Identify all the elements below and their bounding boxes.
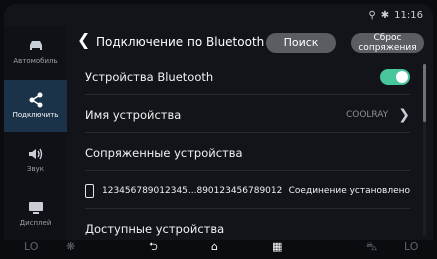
sidebar-item-label: Дисплей: [19, 219, 52, 227]
main-panel: ❮ Подключение по Bluetooth Поиск Сброс с…: [67, 26, 433, 240]
device-name-value: COOLRAY: [345, 110, 389, 120]
connection-status: Соединение установлено: [288, 186, 410, 196]
sidebar-item-connect[interactable]: Подключить: [4, 80, 67, 132]
available-devices-header: Доступные устройства: [85, 216, 410, 242]
reset-pairing-button[interactable]: Сброс сопряжения: [351, 33, 424, 53]
status-bar: ⚲ ✱ 11:16: [368, 10, 423, 21]
search-button-label: Поиск: [283, 36, 319, 49]
home-icon[interactable]: ⌂: [211, 241, 218, 253]
divider: [85, 94, 410, 95]
divider: [85, 208, 410, 209]
car-icon: [25, 39, 47, 53]
search-button[interactable]: Поиск: [266, 33, 336, 53]
paired-devices-title: Сопряженные устройства: [85, 146, 243, 160]
screen-frame: ⚲ ✱ 11:16 Автомобиль Подключить Звук Дис…: [4, 4, 433, 255]
paired-device-row[interactable]: 123456789012345...890123456789012 Соедин…: [85, 178, 410, 204]
left-temperature[interactable]: LO: [24, 241, 38, 253]
share-icon: [25, 92, 47, 108]
sidebar: Автомобиль Подключить Звук Дисплей: [4, 26, 67, 240]
sidebar-item-display[interactable]: Дисплей: [4, 188, 67, 240]
car-outline-icon[interactable]: ⛍: [366, 241, 377, 253]
device-name-label: Имя устройства: [85, 108, 182, 122]
bottom-bar: LO ❋ ⮌ ⌂ ▦ ⛍ LO: [4, 240, 433, 255]
bluetooth-devices-row[interactable]: Устройства Bluetooth: [85, 64, 410, 90]
speaker-icon: [25, 147, 47, 161]
sidebar-item-label: Подключить: [12, 111, 59, 119]
back-arrow-icon[interactable]: ⮌: [149, 241, 158, 253]
sidebar-item-label: Звук: [27, 165, 44, 173]
sidebar-item-label: Автомобиль: [13, 57, 58, 65]
device-name-row[interactable]: Имя устройства COOLRAY ❯: [85, 102, 410, 128]
right-temperature[interactable]: LO: [404, 241, 418, 253]
available-devices-title: Доступные устройства: [85, 222, 225, 236]
chevron-left-icon[interactable]: ❮: [77, 32, 90, 48]
usb-icon: ⚲: [368, 9, 376, 21]
toggle-knob: [396, 71, 408, 83]
device-name-value-wrap: COOLRAY ❯: [346, 108, 410, 122]
bluetooth-toggle[interactable]: [380, 69, 410, 85]
divider: [85, 170, 410, 171]
apps-grid-icon[interactable]: ▦: [272, 241, 282, 253]
display-icon: [25, 201, 47, 215]
bluetooth-icon: ✱: [380, 9, 390, 21]
scrollbar[interactable]: [423, 64, 426, 236]
divider: [85, 132, 410, 133]
clock: 11:16: [394, 10, 423, 21]
sidebar-item-sound[interactable]: Звук: [4, 134, 67, 186]
phone-icon: [85, 184, 94, 198]
sidebar-item-vehicle[interactable]: Автомобиль: [4, 26, 67, 78]
chevron-right-icon: ❯: [398, 107, 410, 123]
scrollbar-thumb[interactable]: [423, 64, 426, 122]
reset-pairing-label-line2: сопряжения: [358, 43, 417, 53]
reset-pairing-label-line1: Сброс: [373, 33, 402, 43]
fan-icon[interactable]: ❋: [66, 241, 75, 253]
bluetooth-devices-label: Устройства Bluetooth: [85, 70, 214, 84]
header: ❮ Подключение по Bluetooth Поиск Сброс с…: [67, 26, 433, 62]
paired-devices-header: Сопряженные устройства: [85, 140, 410, 166]
paired-device-id: 123456789012345...890123456789012: [102, 186, 283, 196]
page-title: Подключение по Bluetooth: [96, 35, 265, 49]
